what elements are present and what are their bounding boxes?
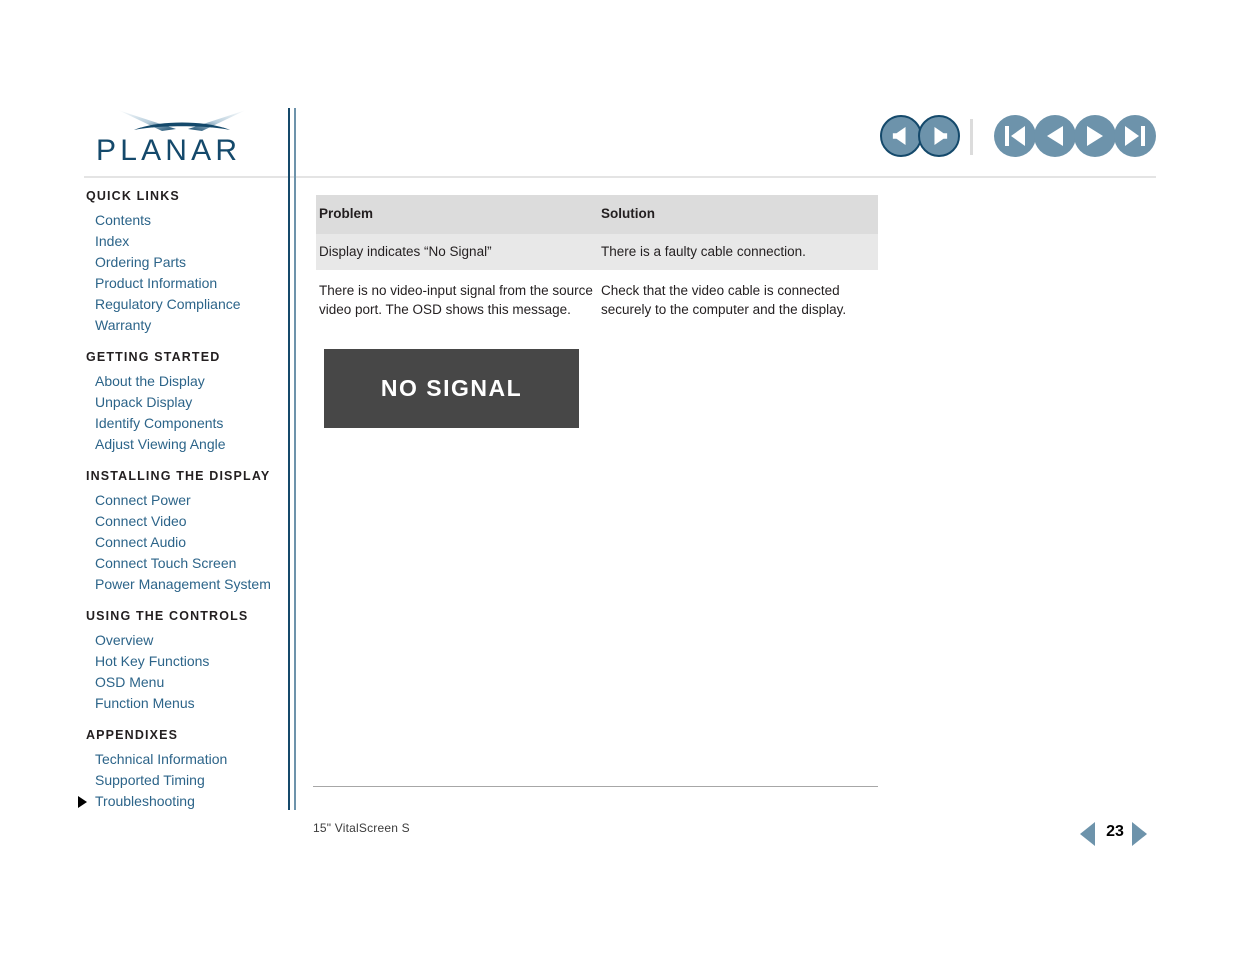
footer-divider — [313, 786, 878, 787]
forward-button[interactable] — [918, 115, 960, 157]
next-page-arrow-icon[interactable] — [1132, 822, 1147, 846]
sidebar-item-overview[interactable]: Overview — [95, 630, 284, 651]
page-navigation: 23 — [1080, 820, 1150, 848]
table-cell: Display indicates “No Signal” — [316, 233, 601, 270]
osd-no-signal-image: NO SIGNAL — [324, 349, 579, 428]
table-header-row: Problem Solution — [316, 195, 878, 234]
sidebar-section-heading: INSTALLING THE DISPLAY — [86, 469, 271, 483]
header-divider — [84, 176, 1156, 178]
first-page-button[interactable] — [994, 115, 1036, 157]
back-button[interactable] — [880, 115, 922, 157]
table-cell: Check that the video cable is connected … — [601, 283, 847, 317]
sidebar-divider-dark — [288, 108, 290, 810]
page-header: PLANAR — [0, 0, 1235, 180]
planar-logo: PLANAR — [96, 108, 271, 170]
sidebar-item-troubleshooting[interactable]: Troubleshooting — [78, 791, 284, 812]
sidebar-section-heading: APPENDIXES — [86, 728, 179, 742]
table-row: There is no video-input signal from the … — [316, 270, 878, 328]
column-header-problem: Problem — [316, 195, 601, 234]
sidebar-item-connect-audio[interactable]: Connect Audio — [95, 532, 284, 553]
sidebar-item-function-menus[interactable]: Function Menus — [95, 693, 284, 714]
sidebar-section: INSTALLING THE DISPLAY Connect Power Conne… — [84, 468, 284, 595]
sidebar-item-contents[interactable]: Contents — [95, 210, 284, 231]
next-page-button[interactable] — [1074, 115, 1116, 157]
sidebar-divider-light — [294, 108, 296, 810]
sidebar-item-index[interactable]: Index — [95, 231, 284, 252]
sidebar-section-heading: GETTING STARTED — [86, 350, 221, 364]
sidebar-item-product-information[interactable]: Product Information — [95, 273, 284, 294]
sidebar-item-osd-menu[interactable]: OSD Menu — [95, 672, 284, 693]
sidebar-item-adjust-viewing-angle[interactable]: Adjust Viewing Angle — [95, 434, 284, 455]
navigation-separator — [970, 119, 973, 155]
sidebar-item-connect-video[interactable]: Connect Video — [95, 511, 284, 532]
sidebar-item-hot-key-functions[interactable]: Hot Key Functions — [95, 651, 284, 672]
table-cell: There is a faulty cable connection. — [601, 233, 878, 270]
main-content: Problem Solution Display indicates “No S… — [316, 195, 896, 428]
sidebar-item-ordering-parts[interactable]: Ordering Parts — [95, 252, 284, 273]
planar-wordmark: PLANAR — [96, 134, 242, 167]
previous-page-button[interactable] — [1034, 115, 1076, 157]
sidebar-item-warranty[interactable]: Warranty — [95, 315, 284, 336]
sidebar-item-unpack-display[interactable]: Unpack Display — [95, 392, 284, 413]
table-cell: There is no video-input signal from the … — [319, 283, 593, 317]
previous-page-arrow-icon[interactable] — [1080, 822, 1095, 846]
sidebar-item-connect-power[interactable]: Connect Power — [95, 490, 284, 511]
sidebar-item-connect-touch-screen[interactable]: Connect Touch Screen — [95, 553, 284, 574]
sidebar-navigation: QUICK LINKS Contents Index Ordering Parts Pr… — [78, 188, 284, 825]
sidebar-item-identify-components[interactable]: Identify Components — [95, 413, 284, 434]
sidebar-section-heading: USING THE CONTROLS — [86, 609, 249, 623]
sidebar-item-technical-information[interactable]: Technical Information — [95, 749, 284, 770]
table-row: Display indicates “No Signal” There is a … — [316, 233, 878, 270]
page-number: 23 — [1106, 823, 1124, 840]
sidebar-item-about-the-display[interactable]: About the Display — [95, 371, 284, 392]
product-label: 15" VitalScreen S — [313, 821, 410, 835]
sidebar-item-power-management-system[interactable]: Power Management System — [95, 574, 284, 595]
column-header-solution: Solution — [601, 195, 878, 234]
manual-page: PLANAR QUICK LINKS Contents Index Orderi… — [0, 0, 1235, 954]
sidebar-section: GETTING STARTED About the Display Unpack D… — [84, 349, 284, 455]
sidebar-item-supported-timing[interactable]: Supported Timing — [95, 770, 284, 791]
sidebar-item-regulatory-compliance[interactable]: Regulatory Compliance — [95, 294, 284, 315]
troubleshooting-table: Problem Solution Display indicates “No S… — [316, 195, 878, 328]
sidebar-section: APPENDIXES Technical Information Supported… — [78, 727, 284, 812]
sidebar-section-heading: QUICK LINKS — [86, 189, 180, 203]
sidebar-section: QUICK LINKS Contents Index Ordering Parts Pr… — [84, 188, 284, 336]
sidebar-section: USING THE CONTROLS Overview Hot Key Functi… — [84, 608, 284, 714]
last-page-button[interactable] — [1114, 115, 1156, 157]
osd-message-text: NO SIGNAL — [380, 375, 523, 401]
